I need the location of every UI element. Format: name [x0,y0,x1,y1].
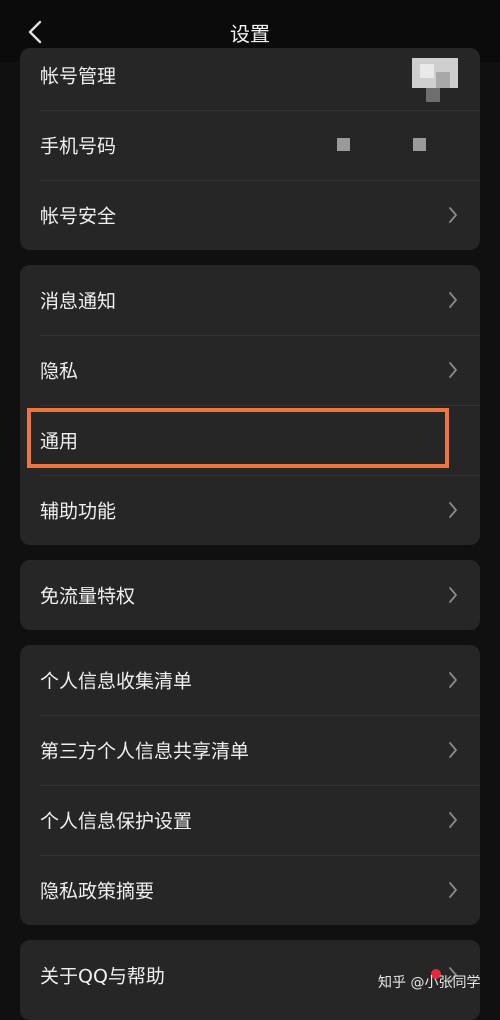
chevron-right-icon [449,812,457,828]
personal-info-collection-row[interactable]: 个人信息收集清单 [20,645,480,715]
info-protection-settings-row[interactable]: 个人信息保护设置 [20,785,480,855]
personal-info-collection-label: 个人信息收集清单 [40,670,193,693]
third-party-sharing-row[interactable]: 第三方个人信息共享清单 [20,715,480,785]
watermark: 知乎 @小张同学 [378,975,481,991]
data-plan-group: 免流量特权 [20,560,480,630]
info-protection-settings-label: 个人信息保护设置 [40,810,193,833]
account-management-row[interactable]: 帐号管理 [20,48,480,110]
page-title: 设置 [230,22,270,46]
general-row[interactable]: 通用 [20,405,480,475]
chevron-right-icon [449,207,457,223]
phone-number-row[interactable]: 手机号码 [20,110,480,180]
chevron-right-icon [449,742,457,758]
chevron-right-icon [449,882,457,898]
privacy-label: 隐私 [40,360,79,383]
privacy-row[interactable]: 隐私 [20,335,480,405]
message-notification-label: 消息通知 [40,290,117,313]
privacy-policy-summary-row[interactable]: 隐私政策摘要 [20,855,480,925]
free-data-row[interactable]: 免流量特权 [20,560,480,630]
settings-group: 消息通知 隐私 通用 辅助功能 [20,265,480,545]
chevron-right-icon [449,672,457,688]
masked-phone-block [337,138,350,151]
avatar [412,58,458,102]
privacy-info-group: 个人信息收集清单 第三方个人信息共享清单 个人信息保护设置 隐私政策摘要 [20,645,480,925]
account-group: 帐号管理 手机号码 帐号安全 [20,48,480,250]
account-security-row[interactable]: 帐号安全 [20,180,480,250]
masked-phone-block [413,138,426,151]
general-label: 通用 [40,430,79,453]
account-management-label: 帐号管理 [40,65,117,88]
free-data-label: 免流量特权 [40,585,136,608]
third-party-sharing-label: 第三方个人信息共享清单 [40,740,250,763]
chevron-right-icon [449,502,457,518]
account-security-label: 帐号安全 [40,205,117,228]
about-help-label: 关于QQ与帮助 [40,965,165,988]
phone-number-label: 手机号码 [40,135,117,158]
chevron-right-icon [449,292,457,308]
privacy-policy-summary-label: 隐私政策摘要 [40,880,155,903]
accessibility-label: 辅助功能 [40,500,117,523]
message-notification-row[interactable]: 消息通知 [20,265,480,335]
accessibility-row[interactable]: 辅助功能 [20,475,480,545]
chevron-right-icon [449,362,457,378]
chevron-right-icon [449,587,457,603]
